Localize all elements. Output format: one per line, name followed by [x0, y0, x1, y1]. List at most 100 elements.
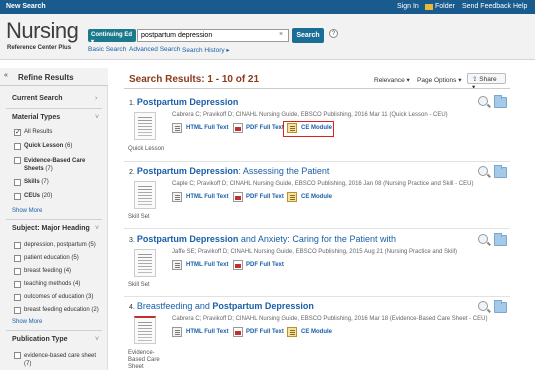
- pubtype-item-label: evidence-based care sheet (7): [24, 353, 97, 367]
- result-title-link[interactable]: 3. Postpartum Depression and Anxiety: Car…: [129, 234, 396, 244]
- preview-magnifier-icon[interactable]: [478, 166, 488, 176]
- help-icon[interactable]: ?: [329, 29, 338, 38]
- checkbox-quick-lesson[interactable]: [14, 143, 21, 150]
- checkbox-subject[interactable]: [14, 255, 21, 262]
- result-title-pre: Breastfeeding and: [136, 301, 213, 311]
- search-history-link[interactable]: Search History ▸: [182, 46, 230, 54]
- checkbox-subject[interactable]: [14, 268, 21, 275]
- html-full-text-icon[interactable]: [172, 327, 182, 337]
- page-options-dropdown[interactable]: Page Options ▾: [417, 76, 461, 84]
- divider: [6, 108, 102, 109]
- preview-magnifier-icon[interactable]: [478, 301, 488, 311]
- add-to-folder-icon[interactable]: [494, 165, 507, 178]
- collapse-sidebar-icon[interactable]: «: [4, 72, 8, 79]
- pdf-icon[interactable]: [233, 123, 243, 133]
- material-item-label: All Results: [24, 129, 53, 135]
- chevron-down-icon[interactable]: ˅: [95, 114, 99, 121]
- checkbox-skills[interactable]: [14, 179, 21, 186]
- chevron-down-icon[interactable]: ˅: [95, 225, 99, 232]
- relevance-dropdown[interactable]: Relevance ▾: [374, 76, 410, 84]
- pdf-full-text-link[interactable]: PDF Full Text: [246, 262, 284, 268]
- pdf-full-text-link[interactable]: PDF Full Text: [246, 329, 284, 335]
- result-title-link[interactable]: 1. Postpartum Depression: [129, 97, 238, 107]
- checkbox-evidence-based-care-sheets[interactable]: [14, 157, 21, 164]
- html-full-text-link[interactable]: HTML Full Text: [186, 194, 228, 200]
- result-meta: Caple C; Pravikoff D; CINAHL Nursing Gui…: [172, 181, 474, 187]
- result-title-link[interactable]: 4. Breastfeeding and Postpartum Depressio…: [129, 301, 314, 311]
- clear-icon[interactable]: ×: [279, 31, 283, 38]
- divider: [124, 88, 510, 89]
- pdf-full-text-link[interactable]: PDF Full Text: [246, 194, 284, 200]
- material-types-heading[interactable]: Material Types: [12, 114, 60, 121]
- new-search-link[interactable]: New Search: [6, 3, 46, 10]
- pdf-full-text-link[interactable]: PDF Full Text: [246, 125, 284, 131]
- result-type-label: Skill Set: [128, 282, 150, 288]
- add-to-folder-icon[interactable]: [494, 95, 507, 108]
- checkbox-subject[interactable]: [14, 281, 21, 288]
- logo-title: Nursing: [6, 18, 79, 43]
- folder-link[interactable]: Folder: [435, 3, 455, 10]
- html-full-text-link[interactable]: HTML Full Text: [186, 262, 228, 268]
- chevron-right-icon[interactable]: ›: [95, 95, 97, 102]
- result-title-link[interactable]: 2. Postpartum Depression: Assessing the P…: [129, 166, 329, 176]
- sign-in-link[interactable]: Sign In: [397, 3, 419, 10]
- refine-sidebar: « Refine Results Current Search › Materi…: [0, 68, 108, 370]
- ce-module-link[interactable]: CE Module: [301, 194, 332, 200]
- subject-item-label: depression, postpartum (5): [24, 242, 96, 248]
- divider: [124, 228, 510, 229]
- show-more-link[interactable]: Show More: [12, 208, 42, 214]
- result-thumbnail[interactable]: [134, 249, 156, 277]
- html-full-text-link[interactable]: HTML Full Text: [186, 329, 228, 335]
- ce-module-link[interactable]: CE Module: [301, 329, 332, 335]
- result-number: 1.: [129, 100, 135, 107]
- checkbox-subject[interactable]: [14, 242, 21, 249]
- search-scope-dropdown[interactable]: Continuing Ed ▾: [88, 29, 136, 45]
- checkbox-all-results[interactable]: [14, 128, 21, 136]
- result-title-highlight: Postpartum Depression: [136, 97, 239, 107]
- publication-type-heading[interactable]: Publication Type: [12, 336, 68, 343]
- html-full-text-link[interactable]: HTML Full Text: [186, 125, 228, 131]
- checkbox-subject[interactable]: [14, 307, 21, 314]
- search-button[interactable]: Search: [292, 28, 324, 43]
- current-search-heading[interactable]: Current Search: [12, 95, 63, 102]
- help-link[interactable]: Help: [513, 3, 527, 10]
- checkbox-subject[interactable]: [14, 294, 21, 301]
- chevron-down-icon[interactable]: ˅: [95, 336, 99, 343]
- pdf-icon[interactable]: [233, 327, 243, 337]
- result-meta: Cabrera C; Pravikoff D; CINAHL Nursing G…: [172, 112, 448, 118]
- result-type-label: Quick Lesson: [128, 146, 165, 152]
- show-more-link[interactable]: Show More: [12, 319, 42, 325]
- ce-module-icon[interactable]: [287, 192, 297, 202]
- checkbox-pubtype[interactable]: [14, 352, 21, 359]
- scope-label: Continuing Ed: [91, 32, 132, 38]
- pdf-icon[interactable]: [233, 260, 243, 270]
- share-button[interactable]: ⇪ Share ▾: [467, 73, 506, 91]
- advanced-search-link[interactable]: Advanced Search: [129, 46, 180, 53]
- logo-subtitle: Reference Center Plus: [7, 45, 72, 51]
- basic-search-link[interactable]: Basic Search: [88, 46, 126, 53]
- add-to-folder-icon[interactable]: [494, 233, 507, 246]
- divider: [6, 219, 102, 220]
- result-thumbnail[interactable]: [134, 316, 156, 344]
- result-title-highlight: Postpartum Depression: [136, 234, 239, 244]
- html-full-text-icon[interactable]: [172, 192, 182, 202]
- preview-magnifier-icon[interactable]: [478, 96, 488, 106]
- checkbox-ceus[interactable]: [14, 193, 21, 200]
- divider: [124, 296, 510, 297]
- send-feedback-link[interactable]: Send Feedback: [462, 3, 511, 10]
- result-number: 4.: [129, 304, 135, 311]
- search-input[interactable]: postpartum depression: [137, 29, 289, 42]
- html-full-text-icon[interactable]: [172, 123, 182, 133]
- result-thumbnail[interactable]: [134, 181, 156, 209]
- ce-module-icon[interactable]: [287, 327, 297, 337]
- result-title-rest: : Assessing the Patient: [238, 166, 330, 176]
- folder-icon[interactable]: [425, 4, 433, 10]
- material-item-label: CEUs (20): [24, 193, 53, 199]
- subject-heading[interactable]: Subject: Major Heading: [12, 225, 90, 232]
- add-to-folder-icon[interactable]: [494, 300, 507, 313]
- pdf-icon[interactable]: [233, 192, 243, 202]
- result-thumbnail[interactable]: [134, 112, 156, 140]
- result-number: 3.: [129, 237, 135, 244]
- html-full-text-icon[interactable]: [172, 260, 182, 270]
- preview-magnifier-icon[interactable]: [478, 234, 488, 244]
